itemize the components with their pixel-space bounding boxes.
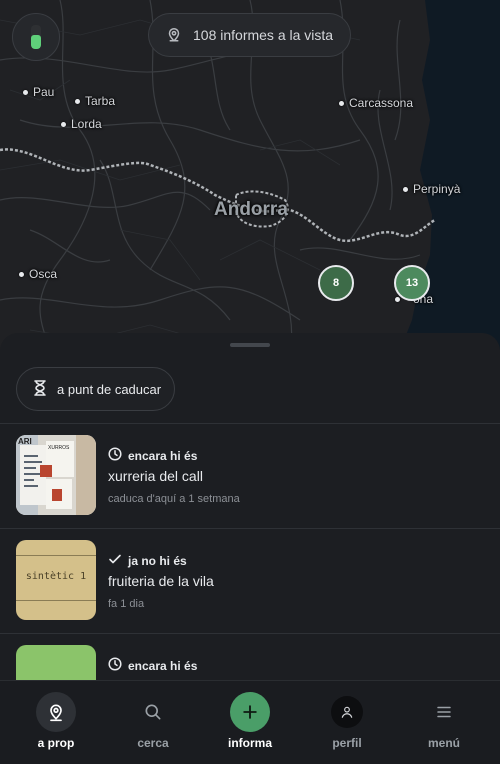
city-dot	[395, 296, 400, 302]
search-icon	[133, 692, 173, 732]
map-pin-icon	[36, 692, 76, 732]
reports-in-view-label: 108 informes a la vista	[193, 27, 334, 43]
report-list-item[interactable]: sintètic 1 ja no hi és fruiteria de la v…	[0, 529, 500, 633]
plus-icon	[230, 692, 270, 732]
sheet-drag-handle[interactable]	[230, 343, 270, 347]
city-label: Perpinyà	[403, 182, 460, 196]
report-status: ja no hi és	[108, 552, 187, 569]
hourglass-icon	[33, 379, 47, 399]
report-list-item[interactable]: ARI XURROS encara hi és xurreria del cal…	[0, 424, 500, 528]
report-status-text: encara hi és	[128, 658, 198, 673]
reports-sheet: a punt de caducar ARI XURROS encara hi é…	[0, 333, 500, 680]
filter-expiring-chip[interactable]: a punt de caducar	[16, 367, 175, 411]
thumbnail-sign-text: ARI	[18, 437, 32, 446]
report-status-text: ja no hi és	[128, 553, 187, 568]
report-thumbnail: sintètic 1	[16, 540, 96, 620]
report-list-item[interactable]: encara hi és	[0, 634, 500, 680]
city-name: Carcassona	[349, 96, 414, 110]
city-dot	[75, 98, 80, 104]
nav-label: a prop	[37, 736, 75, 750]
user-icon	[331, 696, 363, 728]
city-name: Tarba	[85, 94, 116, 108]
menu-icon	[424, 692, 464, 732]
report-meta: caduca d'aquí a 1 setmana	[108, 493, 240, 505]
city-label: Osca	[19, 267, 57, 281]
battery-indicator[interactable]	[12, 13, 60, 61]
nav-item-nearby[interactable]: a prop	[6, 681, 106, 764]
city-name: Pau	[33, 85, 55, 99]
city-dot	[61, 121, 66, 127]
city-dot	[403, 186, 408, 192]
report-title: xurreria del call	[108, 468, 203, 484]
bottom-navigation: a prop cerca informa perfil menú	[0, 680, 500, 764]
check-icon	[108, 552, 122, 569]
filter-label: a punt de caducar	[57, 381, 162, 397]
report-status: encara hi és	[108, 657, 197, 674]
city-name: Osca	[29, 267, 58, 281]
report-thumbnail: ARI XURROS	[16, 435, 96, 515]
city-label: Pau	[23, 85, 54, 99]
clock-icon	[108, 657, 122, 674]
report-status-text: encara hi és	[128, 448, 198, 463]
battery-icon	[31, 25, 41, 49]
report-status: encara hi és	[108, 447, 197, 464]
city-name: Lorda	[71, 117, 102, 131]
city-dot	[339, 100, 344, 106]
city-label: Carcassona	[339, 96, 413, 110]
nav-label: informa	[227, 736, 272, 750]
city-name: Perpinyà	[413, 182, 461, 196]
thumbnail-placeholder-text: sintètic 1	[25, 571, 87, 582]
report-meta: fa 1 dia	[108, 598, 145, 610]
nav-item-report[interactable]: informa	[200, 681, 300, 764]
city-dot	[19, 271, 24, 277]
thumbnail-sign-text: XURROS	[48, 445, 70, 451]
report-cluster[interactable]: 13	[394, 265, 430, 301]
reports-in-view-button[interactable]: 108 informes a la vista	[148, 13, 351, 57]
nav-item-profile[interactable]: perfil	[297, 681, 397, 764]
nav-item-search[interactable]: cerca	[103, 681, 203, 764]
battery-level-fill	[31, 34, 41, 49]
report-title: fruiteria de la vila	[108, 573, 214, 589]
clock-icon	[108, 447, 122, 464]
nav-label: menú	[427, 736, 460, 750]
location-pin-icon	[165, 25, 183, 46]
nav-label: cerca	[137, 736, 169, 750]
city-label: Lorda	[61, 117, 102, 131]
nav-label: perfil	[332, 736, 362, 750]
map[interactable]: Pau Tarba Lorda Carcassona Perpinyà Osca…	[0, 0, 500, 350]
report-thumbnail	[16, 645, 96, 680]
report-cluster[interactable]: 8	[318, 265, 354, 301]
nav-item-menu[interactable]: menú	[394, 681, 494, 764]
country-label: Andorra	[214, 199, 288, 220]
city-label: Tarba	[75, 94, 115, 108]
city-dot	[23, 89, 28, 95]
